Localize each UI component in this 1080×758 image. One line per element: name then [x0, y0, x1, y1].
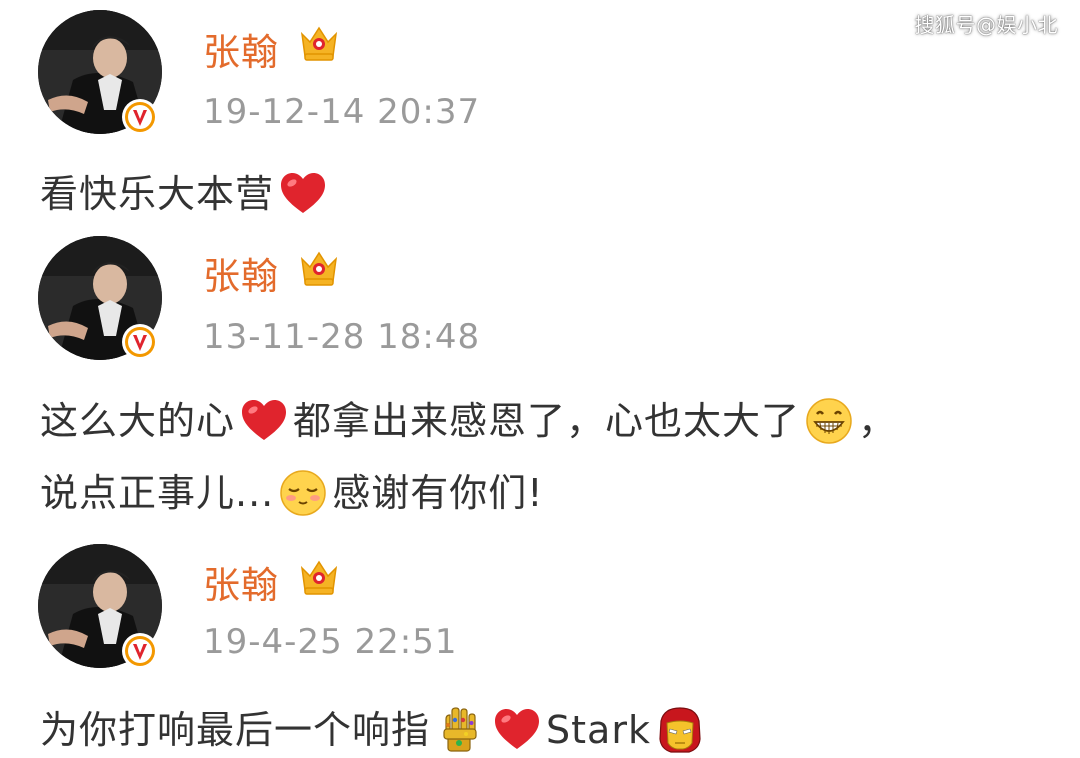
post-text: 看快乐大本营 [40, 171, 332, 222]
iron-man-icon [655, 705, 705, 755]
heart-icon [239, 396, 289, 446]
username[interactable]: 张翰 [203, 246, 279, 300]
post-text: 这么大的心 都拿出来感恩了，心也太大了 ， [40, 396, 898, 449]
username[interactable]: 张翰 [203, 22, 279, 76]
verified-badge-icon [120, 631, 160, 671]
post-text-segment: 说点正事儿... [40, 471, 275, 515]
verified-badge-icon [120, 322, 160, 362]
timestamp: 13-11-28 18:48 [203, 317, 481, 357]
shy-emoji-icon [278, 468, 328, 518]
verified-badge-icon [120, 97, 160, 137]
post-text: 说点正事儿... 感谢有你们! [40, 468, 544, 521]
post-text-segment: Stark [546, 708, 651, 752]
timestamp: 19-4-25 22:51 [203, 622, 458, 662]
crown-icon [298, 556, 340, 598]
post-text-segment: 感谢有你们! [332, 471, 544, 515]
infinity-gauntlet-icon [434, 705, 484, 755]
grin-emoji-icon [804, 396, 854, 446]
timestamp: 19-12-14 20:37 [203, 92, 481, 132]
crown-icon [298, 247, 340, 289]
post-text-segment: 都拿出来感恩了，心也太大了 [293, 399, 801, 443]
heart-icon [278, 169, 328, 219]
username[interactable]: 张翰 [203, 555, 279, 609]
watermark: 搜狐号@娱小北 [914, 13, 1058, 37]
heart-icon [492, 705, 542, 755]
post-text-segment: 看快乐大本营 [40, 172, 275, 216]
post-text-segment: ， [858, 399, 898, 443]
post-text: 为你打响最后一个响指 Stark [40, 705, 709, 758]
post-text-segment: 这么大的心 [40, 399, 236, 443]
crown-icon [298, 22, 340, 64]
post-text-segment: 为你打响最后一个响指 [40, 708, 431, 752]
